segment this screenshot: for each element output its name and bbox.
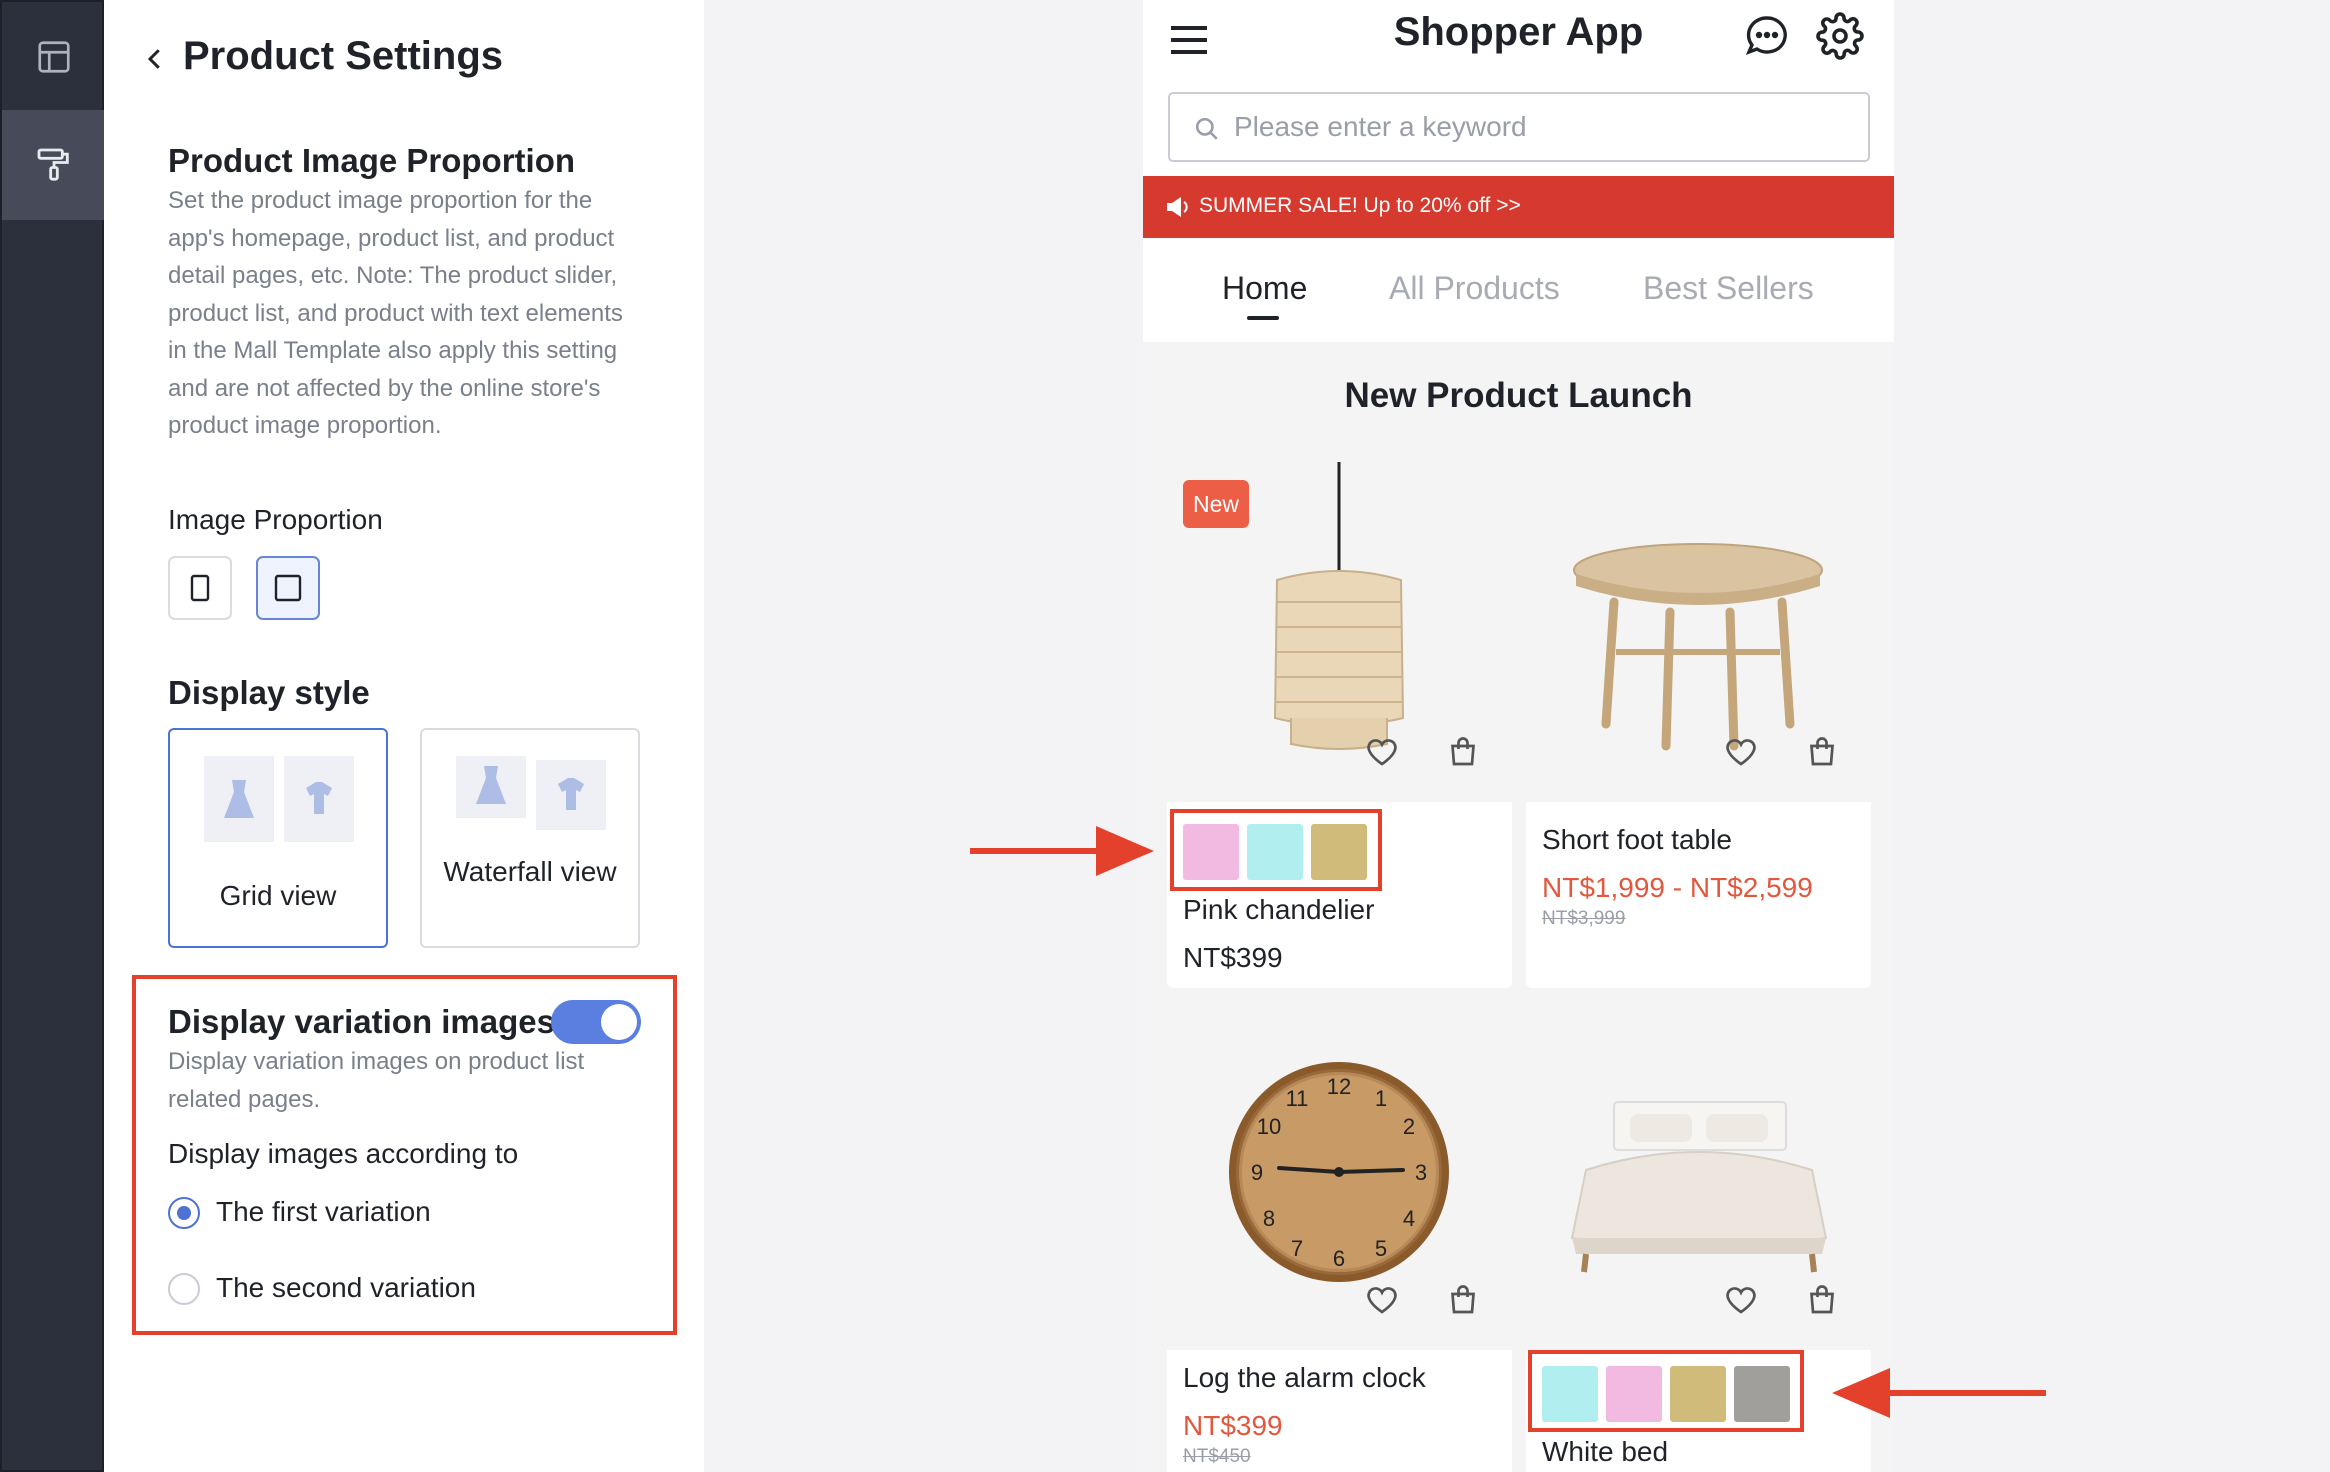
app-preview: Shopper App Please enter a keyword SUMME… (1143, 0, 1894, 1472)
dress-thumbnail (456, 756, 526, 818)
svg-text:6: 6 (1333, 1246, 1345, 1271)
megaphone-icon (1167, 197, 1188, 217)
layout-icon (38, 41, 70, 73)
search-placeholder: Please enter a keyword (1234, 111, 1527, 142)
category-tabs: Home All Products Best Sellers (1143, 238, 1894, 342)
portrait-ratio-button[interactable] (168, 556, 232, 620)
product-card-short-foot-table[interactable]: Short foot table NT$1,999 - NT$2,599 NT$… (1526, 462, 1871, 988)
tab-home[interactable]: Home (1222, 270, 1307, 307)
svg-text:5: 5 (1375, 1236, 1387, 1261)
shopping-bag-icon[interactable] (1804, 734, 1840, 770)
dress-icon (224, 780, 254, 818)
product-name: White bed (1542, 1436, 1669, 1467)
dress-icon (476, 766, 506, 804)
product-card-log-alarm-clock[interactable]: 12 1 2 345 678 9 10 11 Log the alarm clock N… (1167, 1010, 1512, 1472)
heart-icon[interactable] (1723, 1282, 1759, 1318)
dress-thumbnail (204, 756, 274, 842)
swatch-highlight-left (1170, 809, 1382, 891)
heart-icon[interactable] (1364, 734, 1400, 770)
svg-text:1: 1 (1375, 1086, 1387, 1111)
product-name: Short foot table (1542, 824, 1732, 855)
square-ratio-button[interactable] (256, 556, 320, 620)
tab-all-products[interactable]: All Products (1389, 270, 1560, 307)
svg-text:12: 12 (1327, 1074, 1351, 1099)
back-chevron-icon[interactable] (140, 44, 170, 74)
product-price: NT$399 (1183, 1410, 1283, 1441)
active-tab-indicator (1247, 316, 1279, 320)
shirt-icon (558, 778, 584, 810)
app-header: Shopper App Please enter a keyword (1143, 0, 1894, 176)
product-name: Log the alarm clock (1183, 1362, 1426, 1393)
shirt-icon (306, 782, 332, 814)
svg-text:4: 4 (1403, 1206, 1415, 1231)
image-proportion-label: Image Proportion (168, 504, 383, 535)
shopping-bag-icon[interactable] (1445, 1282, 1481, 1318)
product-name: Pink chandelier (1183, 894, 1375, 925)
theme-nav-button[interactable] (2, 110, 106, 220)
portrait-ratio-icon (190, 574, 210, 602)
waterfall-view-label: Waterfall view (443, 856, 617, 887)
shirt-thumbnail (284, 756, 354, 842)
svg-text:3: 3 (1415, 1160, 1427, 1185)
heart-icon[interactable] (1364, 1282, 1400, 1318)
sale-banner[interactable]: SUMMER SALE! Up to 20% off >> (1143, 176, 1894, 238)
display-style-heading: Display style (168, 674, 370, 711)
shirt-thumbnail (536, 760, 606, 830)
heart-icon[interactable] (1723, 734, 1759, 770)
square-ratio-icon (274, 574, 302, 602)
search-input[interactable]: Please enter a keyword (1168, 92, 1870, 162)
paint-roller-icon (37, 148, 69, 181)
original-price: NT$450 (1183, 1446, 1251, 1467)
waterfall-view-option[interactable]: Waterfall view (420, 728, 640, 948)
side-rail (0, 0, 106, 1472)
new-badge: New (1183, 480, 1249, 528)
grid-view-option[interactable]: Grid view (168, 728, 388, 948)
svg-text:10: 10 (1257, 1114, 1281, 1139)
swatch-highlight-right (1528, 1350, 1804, 1432)
variation-settings-highlight (132, 975, 677, 1335)
svg-text:11: 11 (1286, 1086, 1309, 1111)
shopping-bag-icon[interactable] (1804, 1282, 1840, 1318)
image-proportion-description: Set the product image proportion for the… (168, 187, 623, 439)
search-icon (1195, 117, 1218, 140)
image-proportion-heading: Product Image Proportion (168, 142, 576, 179)
product-card-pink-chandelier[interactable]: Pink chandelier NT$399 (1167, 462, 1512, 988)
gear-icon[interactable] (1816, 12, 1864, 60)
original-price: NT$3,999 (1542, 908, 1626, 929)
chat-icon[interactable] (1743, 12, 1791, 60)
banner-text: SUMMER SALE! Up to 20% off >> (1199, 194, 1521, 217)
product-price: NT$399 (1183, 942, 1283, 973)
svg-text:9: 9 (1251, 1160, 1263, 1185)
page-title: Product Settings (183, 34, 504, 78)
svg-text:2: 2 (1403, 1114, 1415, 1139)
grid-view-label: Grid view (219, 880, 337, 911)
svg-text:7: 7 (1291, 1236, 1303, 1261)
tab-best-sellers[interactable]: Best Sellers (1643, 270, 1814, 307)
shopping-bag-icon[interactable] (1445, 734, 1481, 770)
layout-nav-button[interactable] (2, 2, 106, 112)
section-title: New Product Launch (1344, 376, 1693, 415)
svg-text:8: 8 (1263, 1206, 1275, 1231)
product-price: NT$1,999 - NT$2,599 (1542, 872, 1813, 903)
